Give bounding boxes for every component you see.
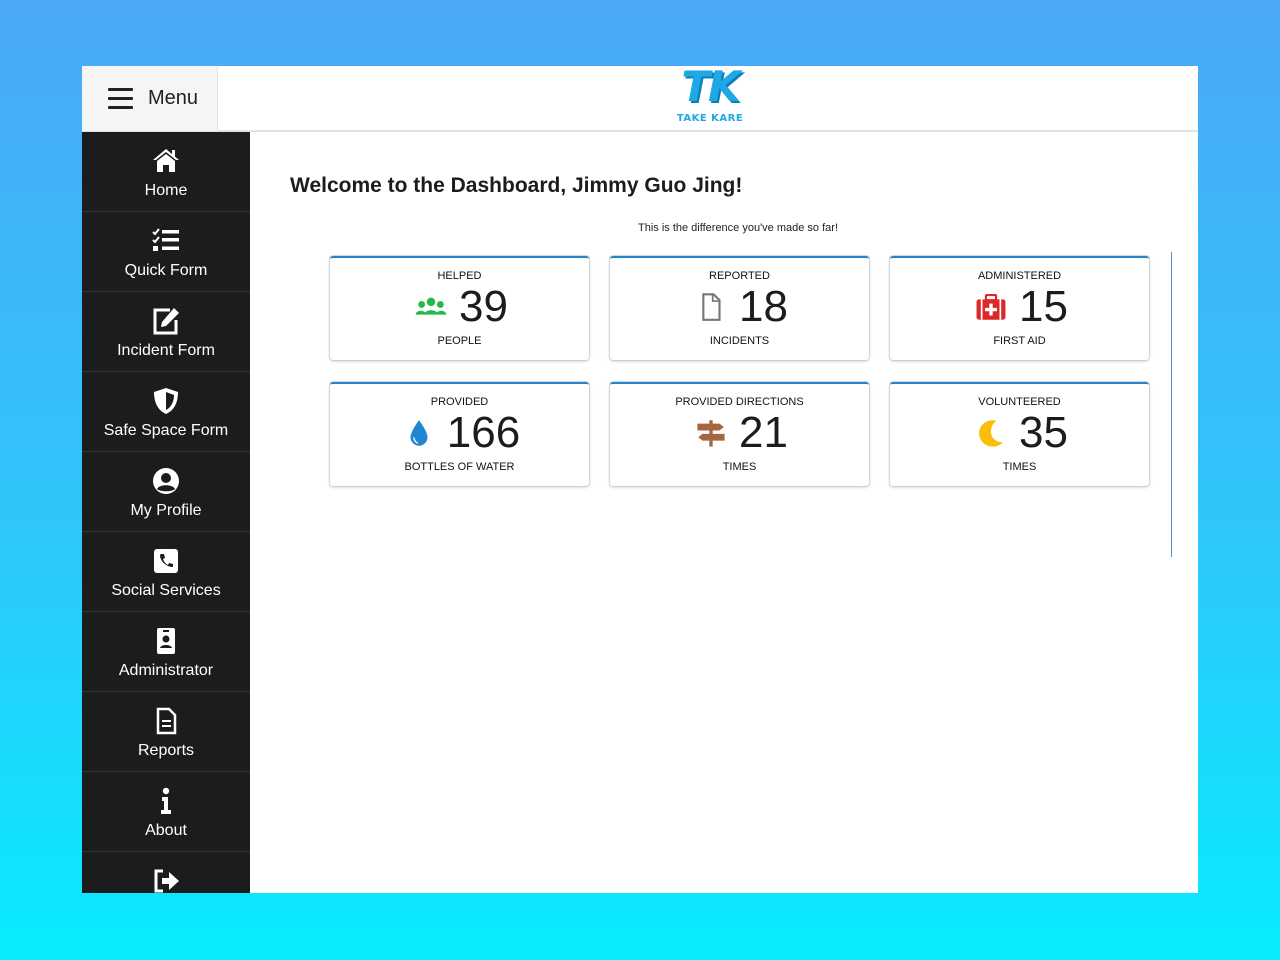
dashboard-content: Welcome to the Dashboard, Jimmy Guo Jing… <box>250 132 1198 893</box>
sidebar-item-administrator[interactable]: Administrator <box>82 612 250 692</box>
id-badge-icon <box>151 626 181 656</box>
sidebar-item-label: Safe Space Form <box>103 422 229 439</box>
stat-value: 35 <box>1019 408 1068 457</box>
signpost-icon <box>691 416 731 450</box>
stat-unit: BOTTLES OF WATER <box>404 461 515 473</box>
stat-value-row: 15 <box>890 284 1149 330</box>
info-icon <box>151 786 181 816</box>
stat-label: PROVIDED DIRECTIONS <box>675 396 804 408</box>
first-aid-kit-icon <box>971 290 1011 324</box>
sidebar-item-label: Administrator <box>118 662 214 679</box>
sidebar-item-quick-form[interactable]: Quick Form <box>82 212 250 292</box>
sidebar-item-sign-out[interactable] <box>82 852 250 893</box>
sidebar-item-safe-space-form[interactable]: Safe Space Form <box>82 372 250 452</box>
home-icon <box>151 146 181 176</box>
sidebar-item-label: My Profile <box>130 502 202 519</box>
stat-value-row: 21 <box>610 410 869 456</box>
sidebar-item-my-profile[interactable]: My Profile <box>82 452 250 532</box>
stat-unit: PEOPLE <box>437 335 482 347</box>
stat-label: PROVIDED <box>430 396 489 408</box>
moon-icon <box>971 416 1011 450</box>
shield-icon <box>151 386 181 416</box>
sidebar-item-incident-form[interactable]: Incident Form <box>82 292 250 372</box>
page-title: Welcome to the Dashboard, Jimmy Guo Jing… <box>290 174 743 197</box>
stat-card-provided-water: PROVIDED 166 BOTTLES OF WATER <box>330 382 589 486</box>
stat-card-reported: REPORTED 18 INCIDENTS <box>610 256 869 360</box>
stat-card-volunteered: VOLUNTEERED 35 TIMES <box>890 382 1149 486</box>
sidebar-item-reports[interactable]: Reports <box>82 692 250 772</box>
stat-value-row: 39 <box>330 284 589 330</box>
water-drop-icon <box>399 416 439 450</box>
stat-card-administered: ADMINISTERED 15 FIRST AID <box>890 256 1149 360</box>
sidebar-item-label: Home <box>144 182 188 199</box>
file-outline-icon <box>691 290 731 324</box>
stat-card-provided-directions: PROVIDED DIRECTIONS 21 TIMES <box>610 382 869 486</box>
take-kare-logo[interactable]: TK TAKE KARE <box>668 66 752 130</box>
sidebar-item-label: Incident Form <box>117 342 215 359</box>
stat-value: 166 <box>446 408 521 457</box>
stat-unit: TIMES <box>722 461 757 473</box>
sidebar-item-label: About <box>145 822 187 839</box>
sign-out-icon <box>151 866 181 893</box>
page-subtitle: This is the difference you've made so fa… <box>638 222 838 234</box>
user-circle-icon <box>151 466 181 496</box>
stat-unit: FIRST AID <box>993 335 1046 347</box>
hamburger-icon <box>108 88 133 109</box>
sidebar-item-label: Quick Form <box>124 262 208 279</box>
phone-icon <box>151 546 181 576</box>
stat-value-row: 18 <box>610 284 869 330</box>
sidebar-item-home[interactable]: Home <box>82 132 250 212</box>
stat-value-row: 166 <box>330 410 589 456</box>
stat-value: 39 <box>459 282 508 331</box>
sidebar-item-label: Reports <box>137 742 195 759</box>
stat-card-helped: HELPED 39 PEOPLE <box>330 256 589 360</box>
menu-label: Menu <box>148 87 199 109</box>
logo-subtitle: TAKE KARE <box>676 113 744 124</box>
stat-value: 18 <box>739 282 788 331</box>
edit-icon <box>151 306 181 336</box>
sidebar-item-about[interactable]: About <box>82 772 250 852</box>
sidebar: Home Quick Form Incident Form Safe Space… <box>82 132 250 893</box>
divider <box>1171 252 1172 557</box>
menu-button[interactable]: Menu <box>82 66 218 131</box>
stat-value: 15 <box>1019 282 1068 331</box>
users-icon <box>411 290 451 324</box>
stat-value-row: 35 <box>890 410 1149 456</box>
stat-label: ADMINISTERED <box>977 270 1062 282</box>
sidebar-item-label: Social Services <box>111 582 221 599</box>
stat-label: REPORTED <box>709 270 770 282</box>
stat-unit: TIMES <box>1002 461 1037 473</box>
stat-value: 21 <box>739 408 788 457</box>
file-alt-icon <box>151 706 181 736</box>
app-window: Menu TK TAKE KARE Home Quick Form Incide… <box>82 66 1198 893</box>
logo-mark: TK <box>681 66 740 111</box>
tasks-icon <box>151 226 181 256</box>
stat-unit: INCIDENTS <box>709 335 770 347</box>
top-bar: Menu TK TAKE KARE <box>82 66 1198 132</box>
stat-label: VOLUNTEERED <box>978 396 1061 408</box>
stat-label: HELPED <box>437 270 482 282</box>
sidebar-item-social-services[interactable]: Social Services <box>82 532 250 612</box>
